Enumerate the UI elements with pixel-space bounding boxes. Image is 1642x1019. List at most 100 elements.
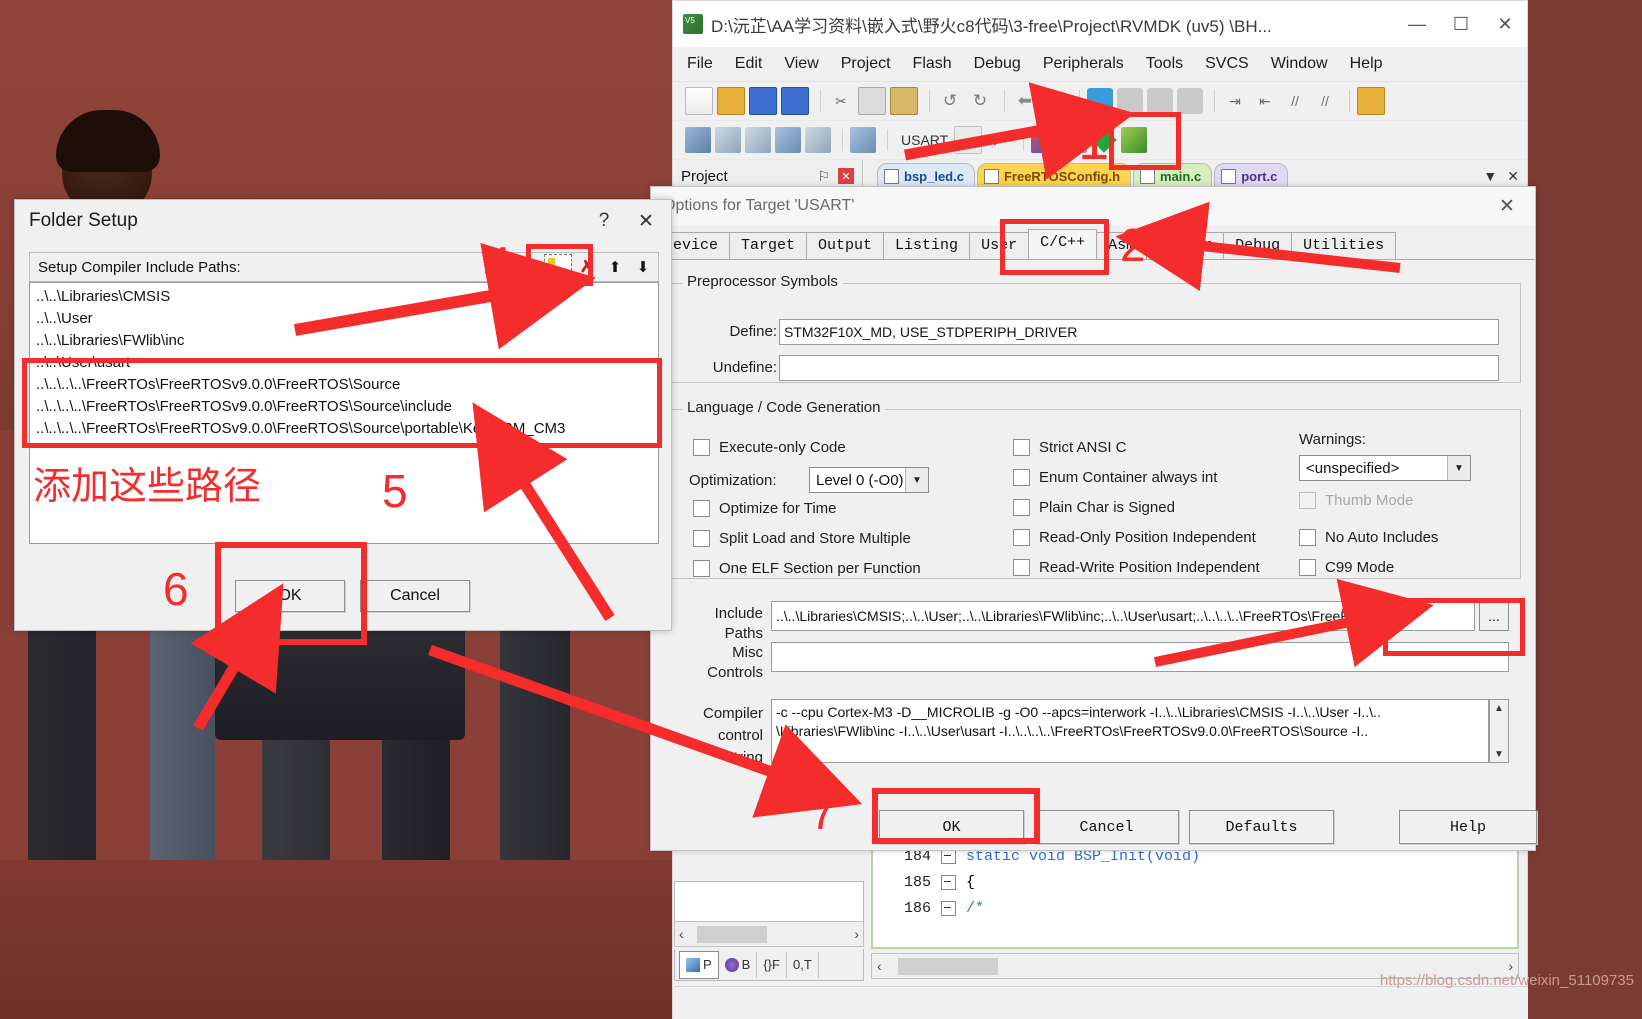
minimize-button[interactable]: —: [1395, 1, 1439, 47]
checkbox-box[interactable]: [693, 500, 710, 517]
folder-setup-cancel-button[interactable]: Cancel: [360, 580, 470, 612]
menu-svcs[interactable]: SVCS: [1205, 55, 1249, 73]
help-icon[interactable]: ?: [583, 201, 625, 241]
project-tab-functions[interactable]: {} F: [757, 951, 787, 978]
prev-bookmark-icon[interactable]: [1117, 88, 1143, 114]
menu-file[interactable]: File: [687, 55, 713, 73]
paste-icon[interactable]: [890, 87, 918, 115]
checkbox-read-write-position-independent[interactable]: Read-Write Position Independent: [1013, 559, 1260, 576]
project-tab-project[interactable]: P: [679, 950, 719, 979]
save-icon[interactable]: [749, 87, 777, 115]
list-item[interactable]: ..\..\Libraries\FWlib\inc: [36, 330, 652, 352]
fold-icon[interactable]: [941, 900, 956, 916]
checkbox-plain-char-signed[interactable]: Plain Char is Signed: [1013, 499, 1175, 516]
navigate-back-icon[interactable]: ⬅: [1012, 88, 1038, 114]
define-input[interactable]: STM32F10X_MD, USE_STDPERIPH_DRIVER: [779, 319, 1499, 345]
checkbox-box[interactable]: [1013, 469, 1030, 486]
checkbox-box[interactable]: [1013, 529, 1030, 546]
redo-icon[interactable]: ↻: [967, 88, 993, 114]
tab-utilities[interactable]: Utilities: [1291, 232, 1397, 259]
rebuild-all-icon[interactable]: [745, 127, 771, 153]
outdent-icon[interactable]: ⇤: [1252, 88, 1278, 114]
checkbox-strict-ansi-c[interactable]: Strict ANSI C: [1013, 439, 1127, 456]
fold-icon[interactable]: [941, 874, 956, 890]
checkbox-optimize-for-time[interactable]: Optimize for Time: [693, 500, 837, 517]
build-target-icon[interactable]: [715, 127, 741, 153]
cut-icon[interactable]: ✂: [828, 88, 854, 114]
open-file-icon[interactable]: [717, 87, 745, 115]
tab-target[interactable]: Target: [729, 232, 808, 259]
navigate-forward-icon[interactable]: ➡: [1042, 88, 1068, 114]
checkbox-one-elf-section[interactable]: One ELF Section per Function: [693, 560, 921, 577]
checkbox-execute-only-code[interactable]: Execute-only Code: [693, 439, 846, 456]
include-paths-input[interactable]: ..\..\Libraries\CMSIS;..\..\User;..\..\L…: [771, 601, 1475, 631]
options-help-button[interactable]: Help: [1399, 810, 1537, 844]
scroll-down-icon[interactable]: ▼: [1494, 746, 1504, 762]
clear-bookmarks-icon[interactable]: [1177, 88, 1203, 114]
options-for-target-magic-wand-icon[interactable]: 🪄: [986, 127, 1013, 153]
open-config-icon[interactable]: [1357, 87, 1385, 115]
checkbox-c99-mode[interactable]: C99 Mode: [1299, 559, 1394, 576]
checkbox-read-only-position-independent[interactable]: Read-Only Position Independent: [1013, 529, 1256, 546]
menu-project[interactable]: Project: [841, 55, 891, 73]
project-horizontal-scrollbar[interactable]: ‹ ›: [674, 921, 864, 947]
menu-window[interactable]: Window: [1271, 55, 1328, 73]
move-down-icon[interactable]: ⬇: [630, 255, 656, 279]
options-cancel-button[interactable]: Cancel: [1034, 810, 1179, 844]
undo-icon[interactable]: ↺: [937, 88, 963, 114]
options-close-button[interactable]: ✕: [1485, 189, 1529, 223]
target-selector[interactable]: USART: [901, 132, 948, 148]
scroll-up-icon[interactable]: ▲: [1494, 700, 1504, 716]
manage-run-time-environment-icon[interactable]: [1031, 127, 1058, 153]
scroll-thumb[interactable]: [898, 958, 998, 975]
options-defaults-button[interactable]: Defaults: [1189, 810, 1334, 844]
checkbox-thumb-mode[interactable]: Thumb Mode: [1299, 492, 1413, 509]
menu-tools[interactable]: Tools: [1146, 55, 1183, 73]
folder-setup-close-button[interactable]: ✕: [625, 201, 667, 241]
checkbox-box[interactable]: [1013, 499, 1030, 516]
scroll-left-icon[interactable]: ‹: [679, 926, 684, 942]
tab-close-icon[interactable]: ✕: [1507, 168, 1519, 185]
warnings-select[interactable]: <unspecified> ▼: [1299, 455, 1471, 481]
menu-debug[interactable]: Debug: [974, 55, 1021, 73]
menu-flash[interactable]: Flash: [913, 55, 952, 73]
checkbox-box[interactable]: [693, 439, 710, 456]
compiler-control-string[interactable]: -c --cpu Cortex-M3 -D__MICROLIB -g -O0 -…: [771, 699, 1489, 763]
optimization-select[interactable]: Level 0 (-O0) ▼: [809, 467, 929, 493]
scroll-right-icon[interactable]: ›: [854, 926, 859, 942]
checkbox-box[interactable]: [1299, 559, 1316, 576]
checkbox-box[interactable]: [1013, 439, 1030, 456]
new-file-icon[interactable]: [685, 87, 713, 115]
undefine-input[interactable]: [779, 355, 1499, 381]
stop-build-icon[interactable]: [805, 127, 831, 153]
tab-output[interactable]: Output: [806, 232, 885, 259]
uncomment-icon[interactable]: //: [1312, 88, 1338, 114]
scroll-thumb[interactable]: [697, 926, 767, 943]
next-bookmark-icon[interactable]: [1147, 88, 1173, 114]
close-button[interactable]: ✕: [1483, 1, 1527, 47]
target-dropdown-icon[interactable]: ⌄: [954, 126, 983, 154]
chevron-down-icon[interactable]: ▼: [1447, 456, 1470, 480]
move-up-icon[interactable]: ⬆: [602, 255, 628, 279]
list-item[interactable]: ..\..\Libraries\CMSIS: [36, 286, 652, 308]
checkbox-box[interactable]: [693, 560, 710, 577]
checkbox-box[interactable]: [1299, 529, 1316, 546]
compiler-string-scrollbar[interactable]: ▲ ▼: [1489, 699, 1509, 763]
tab-listing[interactable]: Listing: [883, 232, 971, 259]
checkbox-split-load-store[interactable]: Split Load and Store Multiple: [693, 530, 911, 547]
checkbox-box[interactable]: [1013, 559, 1030, 576]
maximize-button[interactable]: ☐: [1439, 1, 1483, 47]
tab-debug[interactable]: Debug: [1223, 232, 1293, 259]
project-tab-books[interactable]: B: [719, 951, 758, 978]
pin-icon[interactable]: ⚐: [817, 168, 830, 185]
menu-peripherals[interactable]: Peripherals: [1043, 55, 1124, 73]
checkbox-box[interactable]: [693, 530, 710, 547]
indent-icon[interactable]: ⇥: [1222, 88, 1248, 114]
download-icon[interactable]: [850, 127, 876, 153]
menu-edit[interactable]: Edit: [735, 55, 763, 73]
tab-linker[interactable]: Linker: [1146, 232, 1225, 259]
comment-icon[interactable]: //: [1282, 88, 1308, 114]
copy-icon[interactable]: [858, 87, 886, 115]
list-item[interactable]: ..\..\User: [36, 308, 652, 330]
menu-help[interactable]: Help: [1350, 55, 1383, 73]
